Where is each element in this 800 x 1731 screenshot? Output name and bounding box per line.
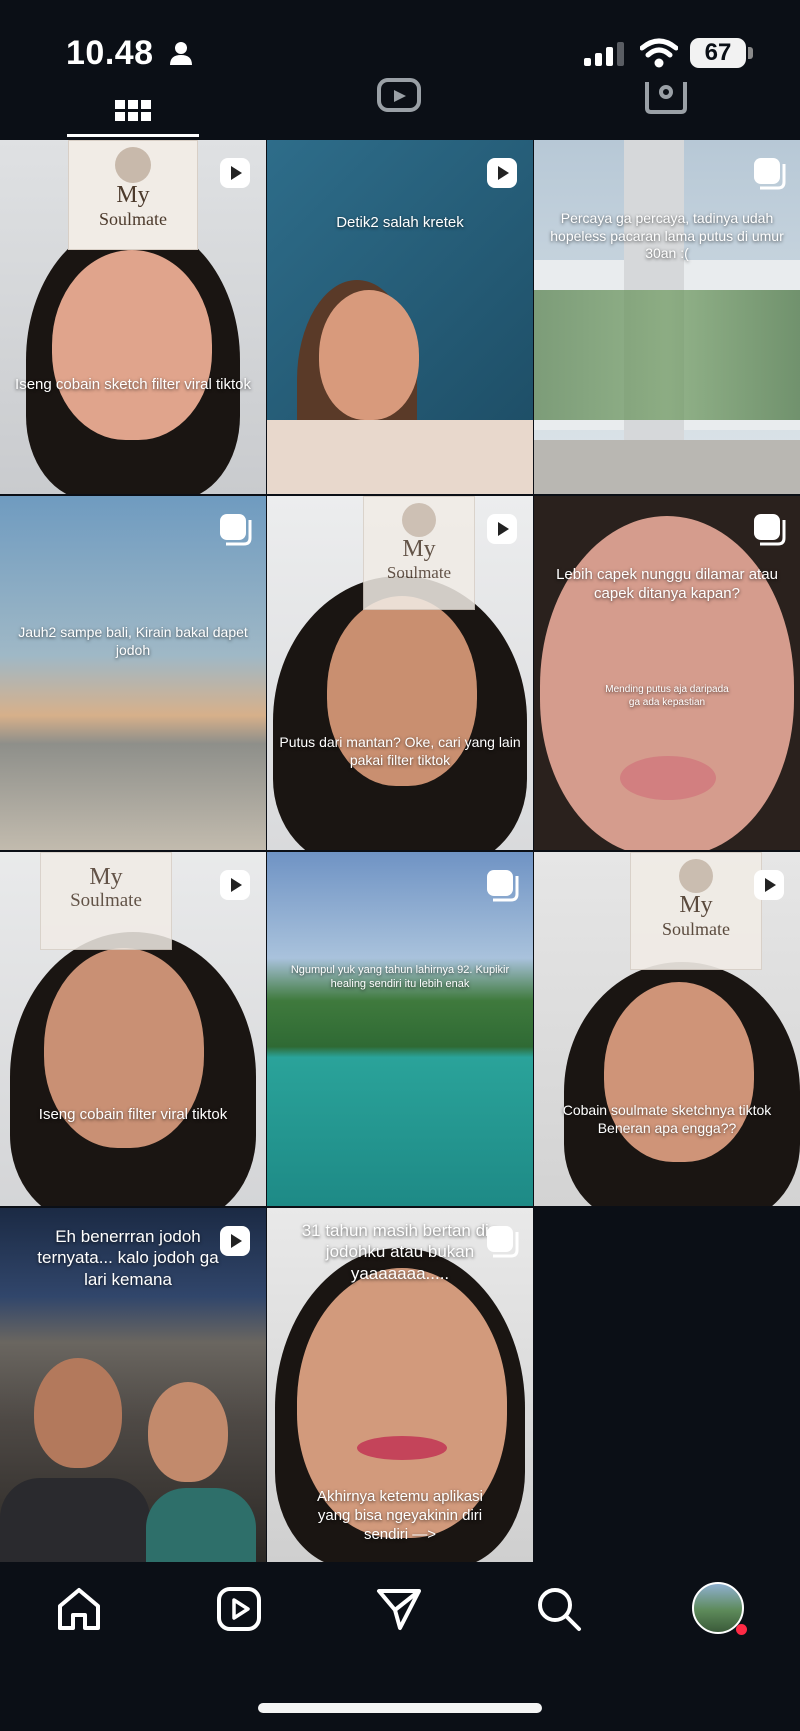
carousel-badge-icon — [220, 514, 252, 546]
reel-badge-icon — [754, 870, 784, 900]
post-tile[interactable]: My Soulmate Cobain soulmate sketchnya ti… — [534, 852, 800, 1206]
wifi-icon — [640, 38, 678, 68]
post-tile[interactable]: Jauh2 sampe bali, Kirain bakal dapet jod… — [0, 496, 266, 850]
tab-grid[interactable] — [0, 82, 266, 140]
tab-reels[interactable] — [266, 78, 532, 140]
active-tab-indicator — [67, 134, 199, 137]
profile-tabs — [0, 78, 800, 140]
reels-icon — [377, 78, 421, 112]
tagged-icon — [645, 82, 687, 114]
status-time: 10.48 — [66, 34, 154, 72]
reel-badge-icon — [487, 514, 517, 544]
profile-avatar[interactable] — [692, 1582, 747, 1636]
post-caption: Lebih capek nunggu dilamar atau capek di… — [556, 566, 778, 602]
post-tile[interactable]: My Soulmate Iseng cobain sketch filter v… — [0, 140, 266, 494]
post-caption: Cobain soulmate sketchnya tiktok Beneran… — [562, 1102, 772, 1136]
carousel-badge-icon — [487, 870, 519, 902]
post-tile[interactable]: My Soulmate Putus dari mantan? Oke, cari… — [267, 496, 533, 850]
soulmate-sketch-sticker: My Soulmate — [630, 852, 762, 970]
post-tile[interactable]: Ngumpul yuk yang tahun lahirnya 92. Kupi… — [267, 852, 533, 1206]
direct-message-icon[interactable] — [374, 1584, 424, 1634]
post-tile[interactable]: Percaya ga percaya, tadinya udah hopeles… — [534, 140, 800, 494]
post-subcaption: Mending putus aja daripada ga ada kepast… — [605, 684, 729, 708]
reel-badge-icon — [220, 1226, 250, 1256]
post-tile[interactable]: Detik2 salah kretek — [267, 140, 533, 494]
soulmate-sketch-sticker: My Soulmate — [363, 496, 475, 610]
soulmate-sketch-sticker: My Soulmate — [68, 140, 198, 250]
notification-dot — [736, 1624, 747, 1635]
post-caption: Putus dari mantan? Oke, cari yang lain p… — [279, 734, 521, 768]
post-subcaption: Akhirnya ketemu aplikasi yang bisa ngeya… — [317, 1488, 483, 1543]
reel-badge-icon — [220, 870, 250, 900]
post-tile[interactable]: Eh benerrran jodoh ternyata... kalo jodo… — [0, 1208, 266, 1562]
post-caption: Eh benerrran jodoh ternyata... kalo jodo… — [37, 1227, 219, 1289]
carousel-badge-icon — [487, 1226, 519, 1258]
soulmate-sketch-sticker: My Soulmate — [40, 852, 172, 950]
post-caption: Iseng cobain filter viral tiktok — [38, 1106, 228, 1123]
post-tile[interactable]: 31 tahun masih bertan dia jodohku atau b… — [267, 1208, 533, 1562]
home-icon[interactable] — [54, 1584, 104, 1634]
cellular-signal-icon — [584, 42, 624, 66]
grid-icon — [115, 100, 151, 121]
reel-badge-icon — [220, 158, 250, 188]
post-caption: Ngumpul yuk yang tahun lahirnya 92. Kupi… — [290, 964, 510, 990]
post-caption: Detik2 salah kretek — [336, 214, 464, 231]
post-tile[interactable]: My Soulmate Iseng cobain filter viral ti… — [0, 852, 266, 1206]
search-icon[interactable] — [534, 1584, 584, 1634]
reel-badge-icon — [487, 158, 517, 188]
post-tile[interactable]: Lebih capek nunggu dilamar atau capek di… — [534, 496, 800, 850]
reels-nav-icon[interactable] — [214, 1584, 264, 1634]
carousel-badge-icon — [754, 158, 786, 190]
carousel-badge-icon — [754, 514, 786, 546]
post-caption: Percaya ga percaya, tadinya udah hopeles… — [550, 210, 784, 261]
battery-indicator: 67 — [690, 38, 746, 68]
post-caption: Jauh2 sampe bali, Kirain bakal dapet jod… — [18, 624, 248, 658]
person-icon — [170, 42, 192, 65]
tab-tagged[interactable] — [533, 82, 799, 140]
post-caption: Iseng cobain sketch filter viral tiktok — [15, 376, 251, 393]
battery-tip — [748, 47, 753, 59]
bottom-navigation — [0, 1560, 800, 1656]
home-indicator — [258, 1703, 542, 1713]
